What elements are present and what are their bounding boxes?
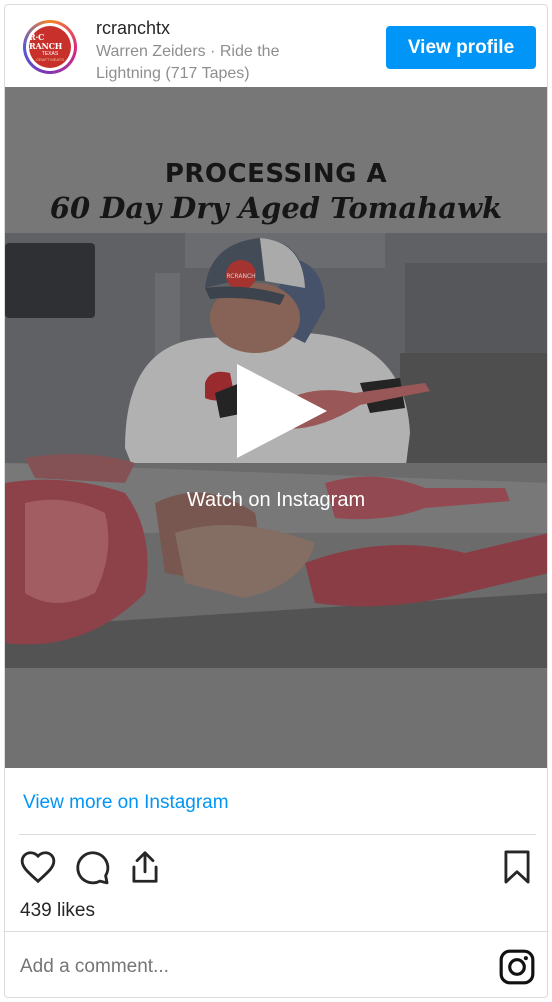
username[interactable]: rcranchtx	[96, 18, 170, 39]
video-title-banner: PROCESSING A 60 Day Dry Aged Tomahawk	[5, 87, 547, 233]
video-title-line1: PROCESSING A	[164, 159, 388, 189]
brand-logo: R·C RANCH TEXAS CRAFT MEATS	[29, 26, 71, 68]
play-icon[interactable]	[237, 364, 327, 458]
post-header: R·C RANCH TEXAS CRAFT MEATS rcranchtx Wa…	[5, 5, 547, 87]
video-thumbnail[interactable]: PROCESSING A 60 Day Dry Aged Tomahawk RC…	[5, 87, 547, 768]
divider	[5, 931, 547, 932]
divider	[19, 834, 536, 835]
bookmark-icon[interactable]	[498, 848, 536, 886]
likes-count[interactable]: 439 likes	[20, 900, 95, 922]
instagram-embed-card: R·C RANCH TEXAS CRAFT MEATS rcranchtx Wa…	[4, 4, 548, 998]
avatar[interactable]: R·C RANCH TEXAS CRAFT MEATS	[23, 20, 77, 74]
instagram-icon[interactable]	[498, 948, 536, 986]
share-icon[interactable]	[126, 848, 164, 886]
comment-icon[interactable]	[73, 848, 111, 886]
audio-subtitle[interactable]: Warren Zeiders · Ride the Lightning (717…	[96, 41, 336, 85]
video-title-line2: 60 Day Dry Aged Tomahawk	[49, 191, 503, 225]
comment-input[interactable]	[20, 956, 320, 978]
view-more-on-instagram-link[interactable]: View more on Instagram	[23, 792, 229, 814]
heart-icon[interactable]	[19, 848, 57, 886]
watch-on-instagram-link[interactable]: Watch on Instagram	[5, 489, 547, 512]
view-profile-button[interactable]: View profile	[386, 26, 536, 69]
